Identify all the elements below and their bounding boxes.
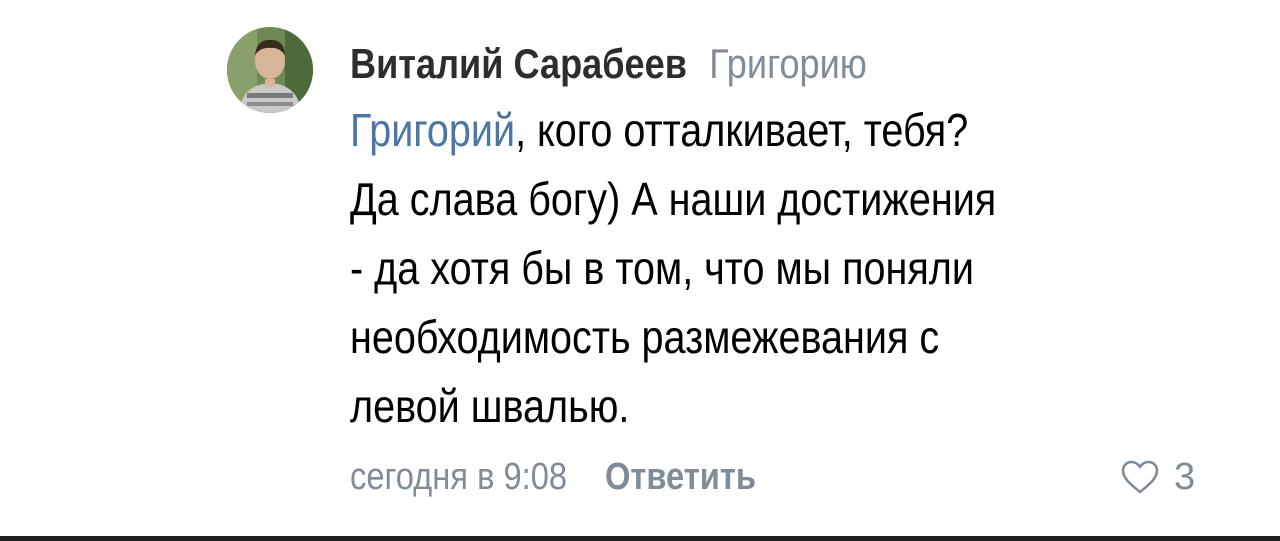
heart-outline-icon <box>1121 460 1159 494</box>
comment-footer: сегодня в 9:08 Ответить <box>350 452 756 502</box>
comment-line-3: - да хотя бы в том, что мы поняли <box>350 242 974 294</box>
comment-text: Григорий, кого отталкивает, тебя? Да сла… <box>350 96 1210 441</box>
avatar[interactable] <box>227 27 313 113</box>
avatar-photo <box>227 27 313 113</box>
comment-header: Виталий Сарабеев Григорию <box>350 40 867 88</box>
like-count: 3 <box>1174 455 1196 498</box>
comment: Виталий Сарабеев Григорию Григорий, кого … <box>0 0 1280 541</box>
reply-button[interactable]: Ответить <box>605 456 756 498</box>
comment-line-5: левой швалью. <box>350 380 630 432</box>
comment-line-4: необходимость размежевания с <box>350 311 940 363</box>
divider <box>0 536 1280 541</box>
comment-line-1-text: , кого отталкивает, тебя? <box>515 104 969 156</box>
comment-line-2: Да слава богу) А наши достижения <box>350 173 997 225</box>
timestamp[interactable]: сегодня в 9:08 <box>350 456 567 498</box>
author-name[interactable]: Виталий Сарабеев <box>350 40 687 87</box>
comment-line-1: Григорий, кого отталкивает, тебя? <box>350 96 1210 165</box>
mention-link[interactable]: Григорий <box>350 104 515 156</box>
reply-to-link[interactable]: Григорию <box>709 40 867 87</box>
like-button[interactable]: 3 <box>1120 452 1195 502</box>
